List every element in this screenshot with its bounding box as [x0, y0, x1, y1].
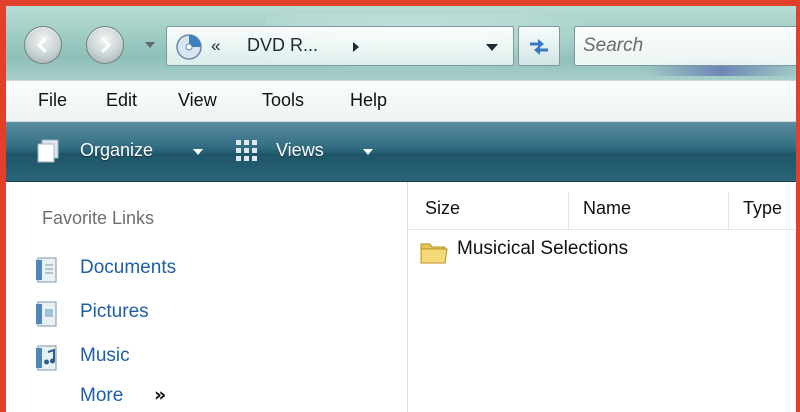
favorite-links-title: Favorite Links — [42, 208, 155, 228]
views-icon — [236, 140, 257, 161]
navigation-pane: Favorite Links Documents Pictures Music … — [6, 182, 408, 412]
column-header-row: Size Name Type — [409, 192, 796, 230]
more-links-chevron-icon[interactable]: » — [154, 384, 166, 406]
dvd-drive-icon — [176, 34, 202, 60]
favorite-link-label: Pictures — [80, 301, 149, 322]
address-bar[interactable]: « DVD R... — [166, 26, 514, 66]
forward-arrow-icon — [101, 37, 112, 53]
documents-icon — [36, 257, 57, 283]
folder-icon — [420, 243, 448, 264]
column-header-type[interactable]: Type — [729, 192, 800, 230]
menu-edit[interactable]: Edit — [106, 90, 137, 111]
search-input[interactable] — [583, 33, 793, 59]
organize-button[interactable]: Organize — [80, 140, 153, 161]
file-list: Size Name Type Musicical Selections — [409, 182, 796, 412]
recent-pages-dropdown[interactable] — [144, 40, 156, 50]
pictures-icon — [36, 301, 57, 327]
menu-tools[interactable]: Tools — [262, 90, 304, 111]
address-dropdown-icon[interactable] — [485, 43, 499, 53]
menu-view[interactable]: View — [178, 90, 217, 111]
address-overflow-chevrons[interactable]: « — [211, 36, 220, 56]
music-icon — [36, 345, 57, 371]
navigation-bar: « DVD R... — [6, 6, 796, 80]
refresh-icon — [530, 39, 548, 55]
menu-help[interactable]: Help — [350, 90, 387, 111]
back-arrow-icon — [36, 37, 47, 53]
favorite-link-label: Documents — [80, 257, 177, 278]
menu-file[interactable]: File — [38, 90, 67, 111]
more-links-button[interactable]: More — [80, 385, 123, 407]
organize-dropdown-icon[interactable] — [192, 148, 204, 156]
back-button[interactable] — [24, 26, 62, 64]
favorite-link-music[interactable]: Music — [34, 342, 294, 374]
breadcrumb[interactable]: DVD R... — [247, 35, 318, 56]
organize-icon — [37, 139, 59, 163]
command-bar: Organize Views — [6, 122, 796, 182]
menu-bar: File Edit View Tools Help — [6, 80, 796, 122]
favorite-link-documents[interactable]: Documents — [34, 254, 294, 286]
forward-button[interactable] — [86, 26, 124, 64]
breadcrumb-arrow-icon[interactable] — [351, 40, 361, 54]
favorite-link-pictures[interactable]: Pictures — [34, 298, 294, 330]
favorite-link-label: Music — [80, 345, 130, 366]
list-item[interactable]: Musicical Selections — [419, 236, 789, 268]
column-header-name[interactable]: Name — [569, 192, 729, 230]
file-name: Musicical Selections — [457, 238, 629, 259]
refresh-button[interactable] — [518, 26, 560, 66]
views-dropdown-icon[interactable] — [362, 148, 374, 156]
column-header-size[interactable]: Size — [409, 192, 569, 230]
views-button[interactable]: Views — [276, 140, 324, 161]
search-box[interactable] — [574, 26, 796, 66]
